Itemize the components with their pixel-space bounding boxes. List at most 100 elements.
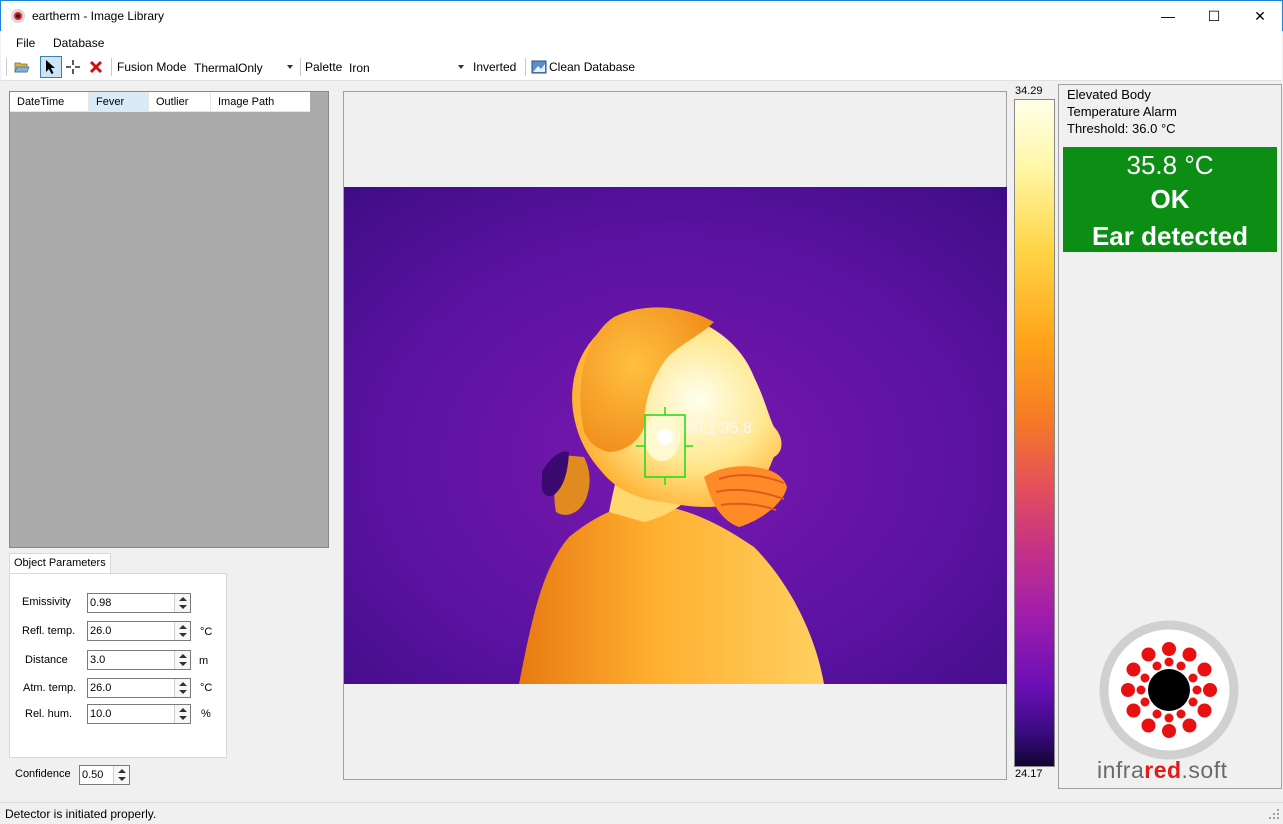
rel-hum-label: Rel. hum. (25, 708, 73, 720)
chevron-up-icon (179, 682, 187, 686)
distance-label: Distance (25, 654, 68, 666)
pointer-icon (46, 60, 55, 74)
atm-temp-value: 26.0 (90, 682, 112, 694)
clean-database-button[interactable]: Clean Database (549, 60, 635, 74)
detection-status-text: Ear detected (1091, 221, 1249, 251)
thermal-image[interactable]: 36.1 35.8 (344, 187, 1007, 684)
chevron-up-icon (179, 654, 187, 658)
chevron-down-icon (179, 605, 187, 609)
rel-hum-stepper[interactable]: 10.0 (87, 704, 191, 724)
delete-button[interactable] (87, 58, 105, 76)
confidence-value: 0.50 (82, 769, 104, 781)
distance-unit: m (199, 655, 209, 667)
select-tool-button[interactable] (40, 56, 62, 78)
thermal-overlay-label: 36.1 35.8 (685, 420, 752, 437)
chevron-down-icon (458, 65, 464, 69)
resize-grip-icon[interactable] (1268, 808, 1280, 820)
fusion-mode-label: Fusion Mode (117, 60, 187, 74)
logo-text: infrared.soft (1097, 757, 1228, 784)
stepper-buttons[interactable] (174, 594, 190, 612)
refl-temp-stepper[interactable]: 26.0 (87, 621, 191, 641)
chevron-down-icon (179, 716, 187, 720)
chevron-down-icon (287, 65, 293, 69)
threshold-unit: °C (1160, 121, 1176, 136)
close-icon: ✕ (1254, 7, 1266, 24)
column-datetime[interactable]: DateTime (10, 92, 89, 111)
rel-hum-unit: % (201, 708, 211, 720)
infrared-soft-logo-icon (1099, 620, 1239, 760)
chevron-down-icon (179, 662, 187, 666)
database-clean-icon (531, 60, 547, 74)
refl-temp-label: Refl. temp. (22, 625, 76, 637)
column-outlier[interactable]: Outlier (149, 92, 211, 111)
menu-database[interactable]: Database (53, 36, 104, 50)
toolbar: Fusion Mode ThermalOnly Palette Iron Inv… (1, 53, 1282, 81)
colorbar-max-label: 34.29 (1015, 85, 1043, 97)
toolbar-separator (525, 58, 526, 76)
open-folder-button[interactable] (13, 58, 31, 76)
chevron-down-icon (118, 777, 126, 781)
alarm-status-text: OK (1150, 184, 1190, 214)
distance-value: 3.0 (90, 654, 106, 666)
menu-bar: File Database (1, 31, 1282, 53)
temperature-colorbar (1014, 99, 1055, 767)
menu-file[interactable]: File (16, 36, 35, 50)
toolbar-separator (111, 58, 112, 76)
emissivity-value: 0.98 (90, 597, 112, 609)
chevron-up-icon (179, 708, 187, 712)
atm-temp-unit: °C (200, 682, 213, 694)
maximize-button[interactable]: ☐ (1191, 1, 1237, 31)
logo-text-part1: infra (1097, 757, 1145, 783)
refl-temp-unit: °C (200, 626, 213, 638)
fusion-mode-select[interactable]: ThermalOnly (191, 56, 297, 78)
thermal-image-view[interactable]: 36.1 35.8 (343, 91, 1007, 780)
stepper-buttons[interactable] (174, 679, 190, 697)
stepper-buttons[interactable] (174, 622, 190, 640)
open-folder-icon (14, 62, 30, 73)
atm-temp-label: Atm. temp. (23, 682, 77, 694)
chevron-down-icon (179, 633, 187, 637)
tab-object-parameters[interactable]: Object Parameters (9, 553, 111, 574)
inverted-toggle[interactable]: Inverted (473, 60, 516, 74)
stepper-buttons[interactable] (174, 651, 190, 669)
palette-select[interactable]: Iron (346, 56, 468, 78)
measured-temperature: 35.8 °C (1063, 150, 1277, 181)
crosshair-tool-button[interactable] (64, 58, 82, 76)
alarm-title-line1: Elevated Body (1067, 87, 1151, 102)
palette-label: Palette (305, 60, 343, 74)
measured-temp-value: 35.8 (1126, 150, 1178, 180)
alarm-panel: Elevated Body Temperature Alarm Threshol… (1058, 84, 1282, 789)
colorbar-min-label: 24.17 (1015, 768, 1043, 780)
window-title: eartherm - Image Library (32, 9, 165, 23)
rel-hum-value: 10.0 (90, 708, 112, 720)
maximize-icon: ☐ (1207, 7, 1221, 24)
column-image-path[interactable]: Image Path (211, 92, 310, 111)
chevron-up-icon (179, 625, 187, 629)
logo-text-part3: .soft (1181, 757, 1228, 783)
object-parameters-panel: Emissivity 0.98 Refl. temp. 26.0 °C Dist… (9, 573, 227, 758)
chevron-up-icon (179, 597, 187, 601)
measured-temp-unit: °C (1184, 150, 1214, 180)
toolbar-separator (300, 58, 301, 76)
minimize-button[interactable]: — (1145, 1, 1191, 31)
fusion-mode-value: ThermalOnly (194, 61, 263, 75)
confidence-stepper[interactable]: 0.50 (79, 765, 130, 785)
atm-temp-stepper[interactable]: 26.0 (87, 678, 191, 698)
alarm-status-box: 35.8 °C OK Ear detected (1063, 147, 1277, 252)
image-list[interactable]: DateTime Fever Outlier Image Path (9, 91, 329, 548)
emissivity-label: Emissivity (22, 596, 71, 608)
clean-database-icon-wrap[interactable] (530, 58, 548, 76)
palette-value: Iron (349, 61, 370, 75)
threshold-value: 36.0 (1132, 121, 1158, 136)
status-text: Detector is initiated properly. (5, 807, 157, 821)
stepper-buttons[interactable] (174, 705, 190, 723)
column-fever[interactable]: Fever (89, 92, 149, 111)
close-button[interactable]: ✕ (1237, 1, 1283, 31)
chevron-down-icon (179, 690, 187, 694)
stepper-buttons[interactable] (113, 766, 129, 784)
emissivity-stepper[interactable]: 0.98 (87, 593, 191, 613)
logo-text-part2: red (1144, 757, 1182, 783)
status-bar: Detector is initiated properly. (0, 802, 1283, 824)
distance-stepper[interactable]: 3.0 (87, 650, 191, 670)
confidence-label: Confidence (15, 768, 71, 780)
